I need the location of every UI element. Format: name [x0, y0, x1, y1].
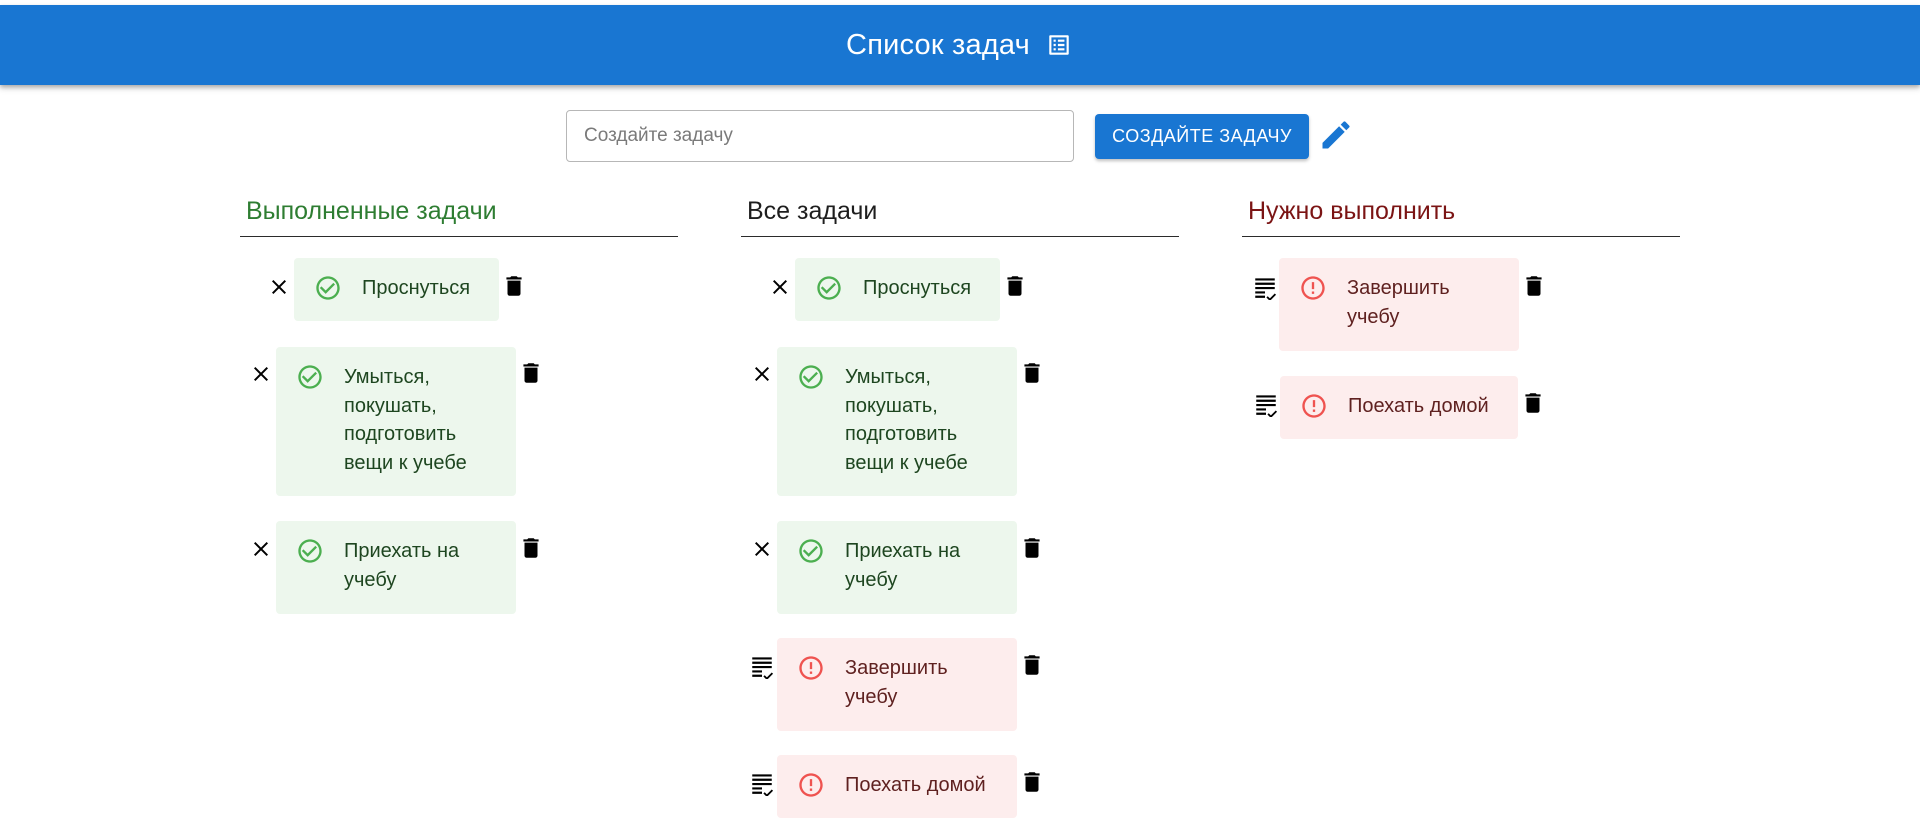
error-outline-icon — [797, 771, 825, 799]
task-text: Умыться, покушать, подготовить вещи к уч… — [845, 366, 968, 474]
task-text: Поехать домой — [845, 774, 986, 796]
column-title: Выполненные задачи — [240, 196, 678, 237]
task-card[interactable]: Приехать на учебу — [276, 521, 516, 614]
mark-done-icon[interactable] — [1250, 272, 1280, 302]
trash-icon[interactable] — [517, 359, 545, 387]
close-icon[interactable] — [747, 534, 777, 564]
task-text: Приехать на учебу — [845, 540, 961, 591]
check-circle-icon — [815, 274, 843, 302]
task-text: Приехать на учебу — [344, 540, 460, 591]
todo-tasks-column: Нужно выполнить — [1242, 196, 1680, 237]
column-title: Нужно выполнить — [1242, 196, 1680, 237]
task-card[interactable]: Поехать домой — [1280, 376, 1518, 439]
error-outline-icon — [797, 654, 825, 682]
task-text: Завершить учебу — [845, 657, 948, 708]
close-icon[interactable] — [264, 272, 294, 302]
error-outline-icon — [1299, 274, 1327, 302]
trash-icon[interactable] — [1001, 272, 1029, 300]
close-icon[interactable] — [246, 359, 276, 389]
task-card[interactable]: Умыться, покушать, подготовить вещи к уч… — [777, 347, 1017, 496]
check-circle-icon — [296, 363, 324, 391]
task-card[interactable]: Проснуться — [294, 258, 499, 321]
column-title: Все задачи — [741, 196, 1179, 237]
trash-icon[interactable] — [1018, 651, 1046, 679]
check-circle-icon — [314, 274, 342, 302]
task-text: Поехать домой — [1348, 395, 1489, 417]
trash-icon[interactable] — [500, 272, 528, 300]
close-icon[interactable] — [246, 534, 276, 564]
pencil-icon[interactable] — [1318, 117, 1354, 153]
check-circle-icon — [296, 537, 324, 565]
close-icon[interactable] — [765, 272, 795, 302]
task-text: Проснуться — [863, 277, 972, 299]
check-circle-icon — [797, 363, 825, 391]
trash-icon[interactable] — [1018, 768, 1046, 796]
create-task-input[interactable] — [566, 110, 1074, 162]
create-task-button[interactable]: СОЗДАЙТЕ ЗАДАЧУ — [1095, 114, 1309, 159]
app-bar: Список задач — [0, 5, 1920, 85]
task-card[interactable]: Завершить учебу — [1279, 258, 1519, 351]
all-tasks-column: Все задачи — [741, 196, 1179, 237]
trash-icon[interactable] — [1018, 359, 1046, 387]
task-text: Проснуться — [362, 277, 471, 299]
check-circle-icon — [797, 537, 825, 565]
done-tasks-column: Выполненные задачи — [240, 196, 678, 237]
task-card[interactable]: Приехать на учебу — [777, 521, 1017, 614]
mark-done-icon[interactable] — [747, 768, 777, 798]
page-title: Список задач — [846, 28, 1030, 61]
trash-icon[interactable] — [517, 534, 545, 562]
trash-icon[interactable] — [1520, 272, 1548, 300]
task-card[interactable]: Завершить учебу — [777, 638, 1017, 731]
mark-done-icon[interactable] — [1251, 389, 1281, 419]
mark-done-icon[interactable] — [747, 651, 777, 681]
task-card[interactable]: Поехать домой — [777, 755, 1017, 818]
task-text: Завершить учебу — [1347, 277, 1450, 328]
task-text: Умыться, покушать, подготовить вещи к уч… — [344, 366, 467, 474]
list-alt-icon — [1046, 31, 1074, 59]
trash-icon[interactable] — [1519, 389, 1547, 417]
trash-icon[interactable] — [1018, 534, 1046, 562]
task-card[interactable]: Проснуться — [795, 258, 1000, 321]
task-card[interactable]: Умыться, покушать, подготовить вещи к уч… — [276, 347, 516, 496]
close-icon[interactable] — [747, 359, 777, 389]
error-outline-icon — [1300, 392, 1328, 420]
